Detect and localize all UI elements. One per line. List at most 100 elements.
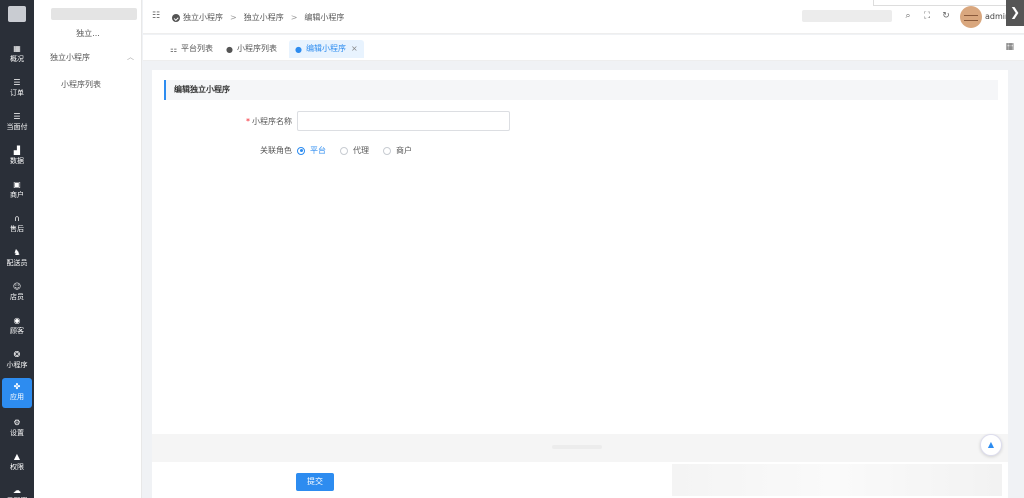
sidebar-item-lock[interactable]: ▲ 权限 xyxy=(2,448,32,478)
search-icon[interactable]: ⌕ xyxy=(902,9,914,23)
tab-label: 小程序列表 xyxy=(237,44,277,53)
edit-form-panel: 编辑独立小程序 * 小程序名称 关联角色 平台 代理 商户 xyxy=(152,70,1008,434)
lock-icon: ▲ xyxy=(13,452,21,461)
sidebar-item-label: 概况 xyxy=(10,55,24,63)
sidebar-item-order[interactable]: ☰ 订单 xyxy=(2,74,32,104)
sidebar-item-label: 店员 xyxy=(10,293,24,301)
apps-icon: ✤ xyxy=(13,382,21,391)
sidebar-item-label: 小程序 xyxy=(6,361,28,369)
horizontal-scroll-area[interactable] xyxy=(152,434,1008,462)
radio-label: 平台 xyxy=(310,146,326,155)
tabs-bar: ⚏ 平台列表 ● 小程序列表 ● 编辑小程序 × ▦ xyxy=(143,35,1024,61)
radio-unchecked-icon xyxy=(340,146,348,155)
customer-icon: ◉ xyxy=(13,316,21,325)
fullscreen-icon[interactable]: ⛶ xyxy=(921,9,933,23)
footer-blurred-area xyxy=(672,464,1002,496)
refresh-icon[interactable]: ↻ xyxy=(940,9,952,23)
menu-group-standalone-mini-program[interactable]: 独立小程序 ︿ xyxy=(50,52,134,63)
sidebar-item-label: 当面付 xyxy=(6,123,28,131)
submit-button[interactable]: 提交 xyxy=(296,473,334,491)
menu-fold-icon[interactable]: ☷ xyxy=(152,11,160,21)
radio-label: 商户 xyxy=(396,146,412,155)
chevron-up-icon: ︿ xyxy=(127,53,134,61)
sidebar-item-label: 数据 xyxy=(10,157,24,165)
name-label-text: 小程序名称 xyxy=(252,117,292,126)
radio-label: 代理 xyxy=(353,146,369,155)
radio-unchecked-icon xyxy=(383,146,391,155)
role-label: 关联角色 xyxy=(260,146,292,155)
main-nav-rail: ▦ 概况 ☰ 订单 ☰ 当面付 ▟ 数据 ▣ 商户 ∩ 售后 ♞ 配送员 ☺ 店员 ◉ 顾客 ❂ 小程序 ✤ 应用 ⚙ 设置 ▲… xyxy=(0,0,34,498)
data-chart-icon: ▟ xyxy=(13,146,21,155)
mini-program-name-input[interactable] xyxy=(297,111,510,131)
sidebar-item-data-chart[interactable]: ▟ 数据 xyxy=(2,142,32,172)
breadcrumb-separator: > xyxy=(230,13,237,22)
breadcrumb-separator: > xyxy=(290,13,298,22)
brand-label: 独立... xyxy=(76,29,100,38)
cloud-icon: ☁ xyxy=(13,486,21,495)
breadcrumb: 独立小程序 > 独立小程序 > 编辑小程序 xyxy=(172,12,344,23)
header-blurred-info xyxy=(802,10,892,22)
role-radio-agent[interactable]: 代理 xyxy=(340,145,369,156)
sidebar-item-cloud[interactable]: ☁云配置 xyxy=(2,482,32,498)
menu-group-label: 独立小程序 xyxy=(50,53,90,62)
menu-item-mini-program-list[interactable]: 小程序列表 xyxy=(61,79,101,90)
overview-icon: ▦ xyxy=(13,44,21,53)
platform-list-icon: ⚏ xyxy=(170,45,178,54)
form-footer: 提交 xyxy=(152,462,1008,498)
sidebar-item-headset[interactable]: ∩ 售后 xyxy=(2,210,32,240)
sidebar-item-mini-program[interactable]: ❂ 小程序 xyxy=(2,346,32,376)
tab-label: 平台列表 xyxy=(181,44,213,53)
sidebar-item-courier[interactable]: ♞ 配送员 xyxy=(2,244,32,274)
sidebar-item-overview[interactable]: ▦ 概况 xyxy=(2,40,32,70)
close-icon[interactable]: × xyxy=(351,44,358,53)
role-radio-platform[interactable]: 平台 xyxy=(297,145,326,156)
merchant-icon: ▣ xyxy=(13,180,21,189)
scroll-thumb[interactable] xyxy=(552,445,602,449)
sidebar-item-label: 订单 xyxy=(10,89,24,97)
headset-icon: ∩ xyxy=(14,214,20,223)
name-label: * 小程序名称 xyxy=(202,116,292,127)
breadcrumb-check-icon xyxy=(172,13,180,22)
secondary-menu: 独立... 独立小程序 ︿ 小程序列表 xyxy=(34,0,142,498)
staff-icon: ☺ xyxy=(12,282,22,291)
mini-program-list-icon: ● xyxy=(226,45,233,54)
breadcrumb-item-1[interactable]: 独立小程序 xyxy=(183,12,223,23)
sidebar-item-label: 权限 xyxy=(10,463,24,471)
sidebar-item-label: 售后 xyxy=(10,225,24,233)
edit-mini-program-icon: ● xyxy=(295,45,302,54)
sidebar-item-customer[interactable]: ◉ 顾客 xyxy=(2,312,32,342)
tab-edit-mini-program[interactable]: ● 编辑小程序 × xyxy=(289,40,364,58)
tab-label: 编辑小程序 xyxy=(306,44,346,53)
top-header: ☷ 独立小程序 > 独立小程序 > 编辑小程序 ⌕ ⛶ ↻ admin xyxy=(143,0,1024,34)
dropdown-popover-edge xyxy=(873,0,1024,6)
tab-mini-program-list[interactable]: ● 小程序列表 xyxy=(220,40,283,58)
grid-menu-icon[interactable]: ▦ xyxy=(1005,42,1014,52)
back-to-top-icon[interactable]: ▲ xyxy=(980,434,1002,456)
role-radio-merchant[interactable]: 商户 xyxy=(383,145,412,156)
sidebar-item-staff[interactable]: ☺ 店员 xyxy=(2,278,32,308)
mini-program-icon: ❂ xyxy=(13,350,21,359)
order-icon: ☰ xyxy=(13,78,21,87)
required-mark: * xyxy=(246,117,250,126)
sidebar-item-merchant[interactable]: ▣ 商户 xyxy=(2,176,32,206)
settings-icon: ⚙ xyxy=(13,418,21,427)
avatar[interactable] xyxy=(960,6,982,28)
sidebar-item-face-pay[interactable]: ☰ 当面付 xyxy=(2,108,32,138)
courier-icon: ♞ xyxy=(13,248,21,257)
sidebar-item-label: 顾客 xyxy=(10,327,24,335)
sidebar-item-label: 配送员 xyxy=(6,259,28,267)
breadcrumb-item-3: 编辑小程序 xyxy=(304,13,345,22)
radio-checked-icon xyxy=(297,146,305,155)
face-pay-icon: ☰ xyxy=(13,112,21,121)
sidebar-item-label: 应用 xyxy=(10,393,24,401)
section-title: 编辑独立小程序 xyxy=(164,80,998,100)
tab-platform-list[interactable]: ⚏ 平台列表 xyxy=(164,40,219,58)
chevron-right-icon[interactable]: ❯ xyxy=(1006,0,1024,26)
sidebar-item-label: 设置 xyxy=(10,429,24,437)
sidebar-item-settings[interactable]: ⚙ 设置 xyxy=(2,414,32,444)
sidebar-item-label: 商户 xyxy=(10,191,24,199)
breadcrumb-item-2[interactable]: 独立小程序 xyxy=(244,12,284,23)
app-logo xyxy=(8,6,26,22)
sidebar-item-apps[interactable]: ✤ 应用 xyxy=(2,378,32,408)
brand-name-blurred xyxy=(51,8,137,20)
